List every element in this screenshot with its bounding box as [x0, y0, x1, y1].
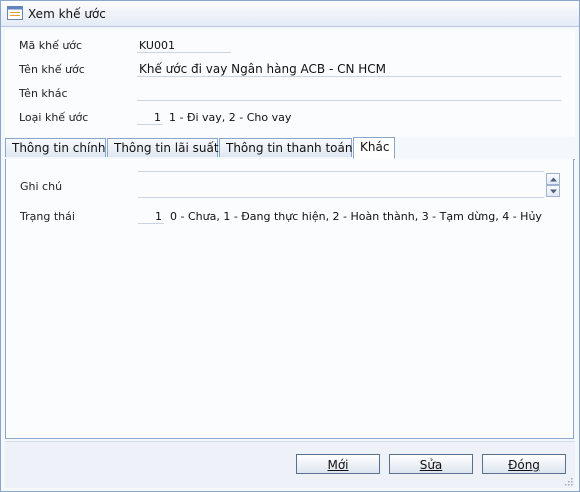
note-scroll-up-button[interactable]: [546, 173, 560, 185]
note-label: Ghi chú: [20, 180, 63, 193]
contract-code-underline: [137, 52, 231, 53]
contract-type-hint: 1 - Đi vay, 2 - Cho vay: [169, 111, 292, 124]
window-title: Xem khế ước: [28, 7, 106, 21]
contract-type-label: Loại khế ước: [19, 111, 89, 124]
status-label: Trạng thái: [20, 210, 75, 223]
other-name-field[interactable]: [139, 87, 561, 100]
tab-interest-info[interactable]: Thông tin lãi suất: [107, 138, 219, 157]
note-textarea[interactable]: [140, 173, 542, 195]
header-form: Mã khế ước KU001 Tên khế ước Khế ước đi …: [5, 30, 575, 137]
note-top-line: [138, 171, 544, 172]
contract-view-window: Xem khế ước Mã khế ước KU001 Tên khế ước…: [0, 0, 580, 492]
title-bar: Xem khế ước: [1, 1, 579, 27]
close-button-label: Đóng: [508, 458, 540, 472]
tab-payment-info[interactable]: Thông tin thanh toán: [219, 138, 352, 157]
scroll-down-arrow-icon: [550, 189, 557, 194]
note-bottom-line: [138, 197, 544, 198]
contract-name-field[interactable]: Khế ước đi vay Ngân hàng ACB - CN HCM: [139, 62, 386, 76]
close-button[interactable]: Đóng: [482, 454, 566, 474]
other-name-label: Tên khác: [19, 87, 68, 100]
contract-code-field[interactable]: KU001: [139, 39, 175, 52]
window-form-icon: [7, 6, 23, 20]
status-field[interactable]: 1: [140, 210, 162, 223]
other-tab-panel: Ghi chú Trạng thái 1 0 - Chưa, 1 - Đang …: [5, 159, 574, 439]
contract-type-field[interactable]: 1: [139, 111, 161, 124]
scroll-up-arrow-icon: [550, 177, 557, 182]
other-name-underline: [137, 100, 561, 101]
note-scroll-down-button[interactable]: [546, 185, 560, 197]
edit-button-label: Sửa: [419, 458, 443, 472]
resize-grip-icon[interactable]: [563, 476, 573, 486]
new-button[interactable]: Mới: [296, 454, 380, 474]
tab-strip: Thông tin chính Thông tin lãi suất Thông…: [5, 137, 575, 160]
new-button-label: Mới: [327, 458, 349, 472]
status-hint: 0 - Chưa, 1 - Đang thực hiện, 2 - Hoàn t…: [170, 210, 542, 223]
contract-name-underline: [137, 76, 561, 77]
button-bar: Mới Sửa Đóng: [5, 441, 575, 488]
status-underline: [138, 223, 164, 224]
contract-name-label: Tên khế ước: [19, 63, 85, 76]
contract-type-underline: [137, 124, 163, 125]
contract-code-label: Mã khế ước: [19, 39, 83, 52]
edit-button[interactable]: Sửa: [389, 454, 473, 474]
tab-main-info[interactable]: Thông tin chính: [5, 138, 106, 157]
tab-other[interactable]: Khác: [353, 137, 395, 159]
